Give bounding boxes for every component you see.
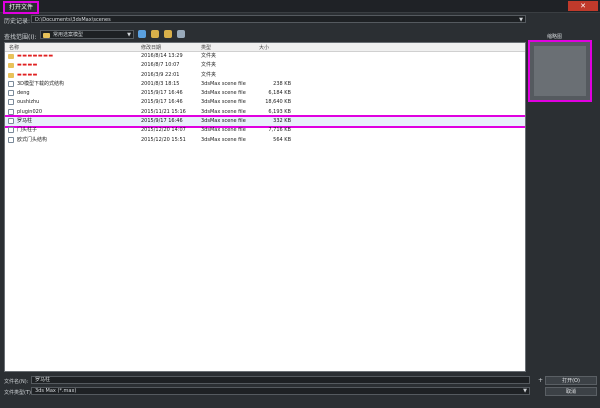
- file-row[interactable]: deng 2015/9/17 16:46 3dsMax scene file 6,18…: [5, 89, 525, 98]
- chevron-down-icon: ▼: [523, 388, 527, 394]
- file-row[interactable]: 欧式门头结构 2015/12/20 15:51 3dsMax scene file 5…: [5, 136, 525, 145]
- file-size-cell: 332 KB: [273, 118, 291, 125]
- preview-thumbnail: [528, 40, 592, 102]
- file-name-cell: 门头柱子: [17, 127, 38, 134]
- file-row[interactable]: ▬▬▬▬▬▬▬ 2016/8/14 13:29 文件夹: [5, 52, 525, 61]
- file-date-cell: 2015/12/20 15:51: [141, 136, 186, 143]
- file-name-cell: plugin020: [17, 108, 43, 115]
- max-file-icon: [8, 136, 14, 143]
- file-date-cell: 2015/9/17 16:46: [141, 118, 183, 125]
- file-name-cell: 罗马柱: [17, 118, 33, 125]
- file-type-cell: 3dsMax scene file: [201, 99, 246, 106]
- file-name-row: 文件名(N): 罗马柱: [4, 376, 544, 385]
- chevron-down-icon: ▼: [127, 32, 131, 38]
- new-folder-icon[interactable]: [163, 30, 172, 38]
- file-date-cell: 2015/9/17 16:46: [141, 99, 183, 106]
- file-type-cell: 3dsMax scene file: [201, 136, 246, 143]
- column-header-date[interactable]: 修改日期: [141, 44, 161, 51]
- file-date-cell: 2016/3/9 22:01: [141, 71, 180, 78]
- file-row[interactable]: 门头柱子 2015/12/20 14:07 3dsMax scene file 7,7…: [5, 126, 525, 135]
- max-file-icon: [8, 118, 14, 125]
- up-folder-icon[interactable]: [150, 30, 159, 38]
- history-path: D:\Documents\3dsMax\scenes: [35, 17, 111, 23]
- preview-image: [534, 46, 586, 96]
- column-header-size[interactable]: 大小: [259, 44, 269, 51]
- window-title: 打开文件: [3, 1, 40, 14]
- look-in-label: 查找范围(I):: [4, 34, 37, 41]
- file-name-cell: deng: [17, 90, 30, 97]
- max-file-icon: [8, 90, 14, 97]
- open-button[interactable]: 打开(O): [545, 376, 597, 385]
- file-size-cell: 7,716 KB: [268, 127, 291, 134]
- close-button[interactable]: ✕: [568, 1, 598, 11]
- file-name-cell: ▬▬▬▬: [17, 62, 38, 69]
- look-in-dropdown[interactable]: 常用选案模型 ▼: [40, 30, 134, 39]
- file-name-input[interactable]: 罗马柱: [31, 376, 530, 384]
- file-type-cell: 文件夹: [201, 62, 217, 69]
- file-row[interactable]: plugin020 2015/11/21 15:16 3dsMax scene fi…: [5, 108, 525, 117]
- file-date-cell: 2001/8/3 18:15: [141, 80, 180, 87]
- file-date-cell: 2015/11/21 15:16: [141, 108, 186, 115]
- file-size-cell: 238 KB: [273, 80, 291, 87]
- file-name-label: 文件名(N):: [4, 379, 29, 385]
- file-size-cell: 18,640 KB: [265, 99, 291, 106]
- column-header-type[interactable]: 类型: [201, 44, 211, 51]
- file-date-cell: 2016/8/7 10:07: [141, 62, 180, 69]
- file-type-dropdown[interactable]: 3ds Max (*.max) ▼: [31, 387, 530, 395]
- column-header-name[interactable]: 名称: [9, 44, 19, 51]
- file-type-cell: 3dsMax scene file: [201, 127, 246, 134]
- max-file-icon: [8, 127, 14, 134]
- file-row[interactable]: 罗马柱 2015/9/17 16:46 3dsMax scene file 332 K…: [5, 115, 525, 129]
- history-row: 历史记录: D:\Documents\3dsMax\scenes ▼: [4, 15, 526, 25]
- file-row[interactable]: 3D模型下载的式结构 2001/8/3 18:15 3dsMax scene fil…: [5, 80, 525, 89]
- plus-icon[interactable]: +: [538, 377, 543, 384]
- file-rows: ▬▬▬▬▬▬▬ 2016/8/14 13:29 文件夹 ▬▬▬▬ 2016/8/7 10…: [5, 52, 525, 145]
- file-type-cell: 文件夹: [201, 71, 217, 78]
- history-label: 历史记录:: [4, 18, 31, 25]
- file-row[interactable]: ▬▬▬▬ 2016/8/7 10:07 文件夹: [5, 61, 525, 70]
- title-bar: 打开文件 ✕: [0, 0, 600, 14]
- file-type-row: 文件类型(T): 3ds Max (*.max) ▼: [4, 387, 544, 396]
- file-type-cell: 文件夹: [201, 53, 217, 59]
- nav-toolbar: [138, 30, 188, 40]
- preview-label: 缩略图: [547, 34, 563, 40]
- max-file-icon: [8, 80, 14, 87]
- file-date-cell: 2015/9/17 16:46: [141, 90, 183, 97]
- cancel-button[interactable]: 取消: [545, 387, 597, 396]
- look-in-value: 常用选案模型: [53, 32, 84, 38]
- file-type-cell: 3dsMax scene file: [201, 108, 246, 115]
- file-size-cell: 564 KB: [273, 136, 291, 143]
- file-size-cell: 6,193 KB: [268, 108, 291, 115]
- file-name-cell: 欧式门头结构: [17, 136, 48, 143]
- folder-icon: [8, 54, 14, 59]
- file-list-header: 名称 修改日期 类型 大小: [5, 43, 525, 52]
- file-name-cell: oushizhu: [17, 99, 40, 106]
- folder-icon: [8, 63, 14, 69]
- file-type-cell: 3dsMax scene file: [201, 80, 246, 87]
- file-type-cell: 3dsMax scene file: [201, 118, 246, 125]
- back-icon[interactable]: [138, 30, 146, 38]
- file-row[interactable]: oushizhu 2015/9/17 16:46 3dsMax scene file…: [5, 98, 525, 107]
- history-dropdown[interactable]: D:\Documents\3dsMax\scenes ▼: [31, 15, 526, 23]
- file-name-cell: ▬▬▬▬▬▬▬: [17, 53, 54, 59]
- max-file-icon: [8, 99, 14, 106]
- file-name-cell: ▬▬▬▬: [17, 71, 38, 78]
- file-date-cell: 2015/12/20 14:07: [141, 127, 186, 134]
- file-type-value: 3ds Max (*.max): [35, 388, 77, 394]
- folder-icon: [8, 72, 14, 78]
- file-type-label: 文件类型(T):: [4, 390, 33, 396]
- file-date-cell: 2016/8/14 13:29: [141, 53, 183, 59]
- max-file-icon: [8, 108, 14, 115]
- file-type-cell: 3dsMax scene file: [201, 90, 246, 97]
- file-size-cell: 6,184 KB: [268, 90, 291, 97]
- file-row[interactable]: ▬▬▬▬ 2016/3/9 22:01 文件夹: [5, 71, 525, 80]
- file-list-pane[interactable]: 名称 修改日期 类型 大小 ▬▬▬▬▬▬▬ 2016/8/14 13:29 文件夹 ▬…: [4, 42, 526, 372]
- view-menu-icon[interactable]: [176, 30, 185, 38]
- file-name-cell: 3D模型下载的式结构: [17, 80, 65, 87]
- folder-icon: [43, 33, 50, 38]
- chevron-down-icon: ▼: [519, 17, 523, 23]
